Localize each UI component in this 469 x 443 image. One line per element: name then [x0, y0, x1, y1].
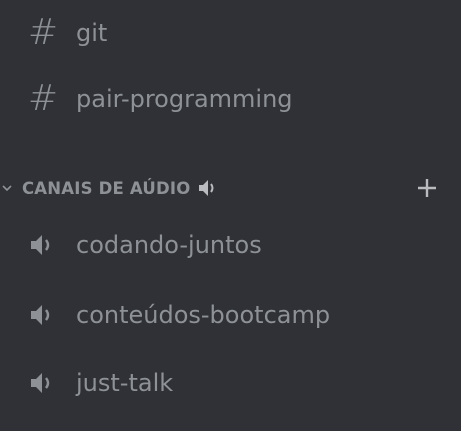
- voice-category-header[interactable]: CANAIS DE AÚDIO: [0, 169, 461, 207]
- channel-label: pair-programming: [76, 85, 293, 113]
- hash-icon: #: [27, 12, 59, 53]
- channel-pair-programming[interactable]: # pair-programming: [26, 74, 293, 124]
- channel-label: conteúdos-bootcamp: [76, 301, 331, 329]
- category-label: CANAIS DE AÚDIO: [22, 178, 191, 198]
- speaker-icon: [26, 231, 60, 259]
- hash-icon: #: [27, 78, 59, 119]
- voice-channel-conteudos-bootcamp[interactable]: conteúdos-bootcamp: [26, 290, 330, 340]
- channel-label: just-talk: [76, 369, 174, 397]
- speaker-icon: [26, 301, 60, 329]
- add-channel-plus-icon[interactable]: [412, 169, 442, 207]
- channel-label: codando-juntos: [76, 231, 262, 259]
- chevron-down-icon[interactable]: [0, 181, 14, 195]
- voice-channel-just-talk[interactable]: just-talk: [26, 358, 173, 408]
- voice-channel-codando-juntos[interactable]: codando-juntos: [26, 220, 262, 270]
- channel-sidebar: # git # pair-programming CANAIS DE AÚDIO: [0, 0, 461, 431]
- channel-label: git: [76, 19, 108, 47]
- speaker-icon: [26, 369, 60, 397]
- channel-git[interactable]: # git: [26, 8, 107, 58]
- speaker-icon: [198, 178, 220, 198]
